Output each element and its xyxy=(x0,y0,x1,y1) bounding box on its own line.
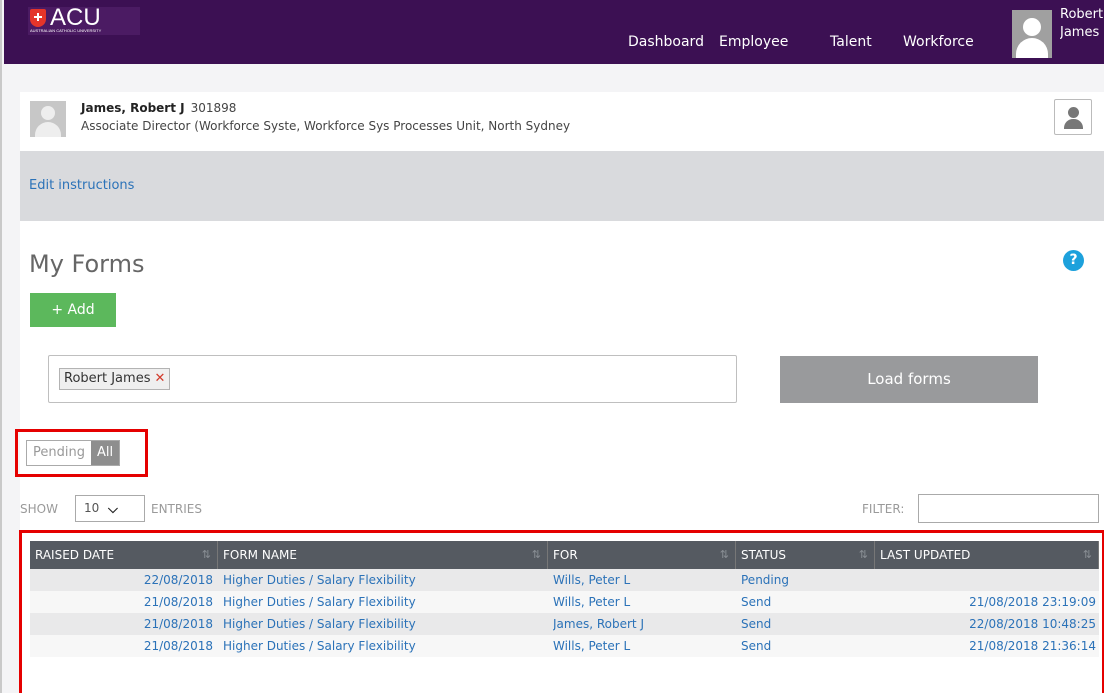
user-menu[interactable]: Robert James xyxy=(1060,6,1104,42)
forms-table: RAISED DATE ⇅ FORM NAME ⇅ FOR ⇅ STATUS ⇅ LAS… xyxy=(30,541,1099,657)
page-title: My Forms xyxy=(29,250,145,278)
my-forms-panel: My Forms ? + Add Robert James ✕ Load form… xyxy=(15,221,1104,693)
cell-last-updated xyxy=(880,569,1096,591)
filter-input[interactable] xyxy=(918,494,1099,523)
cell-status: Send xyxy=(741,617,772,631)
col-status[interactable]: STATUS ⇅ xyxy=(736,541,875,569)
col-form-name[interactable]: FORM NAME ⇅ xyxy=(218,541,548,569)
cell-last-updated: 22/08/2018 10:48:25 xyxy=(969,617,1096,631)
employee-tag-label: Robert James xyxy=(64,371,151,386)
shield-cross-icon xyxy=(30,9,46,27)
toggle-pending[interactable]: Pending xyxy=(27,441,91,465)
cell-status: Send xyxy=(741,595,772,609)
col-last-updated[interactable]: LAST UPDATED ⇅ xyxy=(875,541,1099,569)
cell-raised-date: 21/08/2018 xyxy=(143,639,213,653)
cell-for[interactable]: Wills, Peter L xyxy=(553,569,733,591)
nav-workforce[interactable]: Workforce xyxy=(903,34,974,56)
employee-name: James, Robert J xyxy=(81,101,185,115)
acu-logo[interactable]: ACU AUSTRALIAN CATHOLIC UNIVERSITY xyxy=(28,4,140,35)
cell-last-updated: 21/08/2018 21:36:14 xyxy=(969,639,1096,653)
add-form-button[interactable]: + Add xyxy=(30,293,116,327)
cell-for[interactable]: Wills, Peter L xyxy=(553,591,733,613)
top-bar: ACU AUSTRALIAN CATHOLIC UNIVERSITY Dashb… xyxy=(4,0,1104,64)
cell-raised-date: 22/08/2018 xyxy=(143,573,213,587)
cell-form-name[interactable]: Higher Duties / Salary Flexibility xyxy=(223,613,543,635)
cell-status: Send xyxy=(741,639,772,653)
table-row[interactable]: 21/08/2018 Higher Duties / Salary Flexib… xyxy=(30,613,1099,635)
cell-for[interactable]: James, Robert J xyxy=(553,613,733,635)
cell-raised-date: 21/08/2018 xyxy=(143,595,213,609)
person-icon[interactable] xyxy=(1054,99,1092,135)
close-icon[interactable]: ✕ xyxy=(154,371,165,386)
col-for[interactable]: FOR ⇅ xyxy=(548,541,736,569)
employee-role: Associate Director (Workforce Syste, Wor… xyxy=(81,119,571,133)
cell-form-name[interactable]: Higher Duties / Salary Flexibility xyxy=(223,569,543,591)
app-window: ACU AUSTRALIAN CATHOLIC UNIVERSITY Dashb… xyxy=(0,0,1104,693)
sort-icon: ⇅ xyxy=(1082,548,1092,561)
sort-icon: ⇅ xyxy=(531,548,541,561)
load-forms-button[interactable]: Load forms xyxy=(780,356,1038,403)
entries-label: ENTRIES xyxy=(151,502,202,516)
employee-id: 301898 xyxy=(190,101,237,115)
user-avatar-icon[interactable] xyxy=(1012,10,1052,58)
chevron-down-icon: ⌵ xyxy=(108,502,118,517)
cell-raised-date: 21/08/2018 xyxy=(143,617,213,631)
sort-icon: ⇅ xyxy=(201,548,211,561)
table-row[interactable]: 21/08/2018 Higher Duties / Salary Flexib… xyxy=(30,635,1099,657)
edit-instructions-link[interactable]: Edit instructions xyxy=(29,178,134,193)
filter-label: FILTER: xyxy=(862,502,905,516)
table-row[interactable]: 22/08/2018 Higher Duties / Salary Flexib… xyxy=(30,569,1099,591)
cell-form-name[interactable]: Higher Duties / Salary Flexibility xyxy=(223,635,543,657)
cell-last-updated: 21/08/2018 23:19:09 xyxy=(969,595,1096,609)
entries-value: 10 xyxy=(84,501,100,515)
logo-subtitle: AUSTRALIAN CATHOLIC UNIVERSITY xyxy=(30,28,102,33)
cell-status: Pending xyxy=(741,573,789,587)
entries-select[interactable]: 10 ⌵ xyxy=(75,495,145,522)
sort-icon: ⇅ xyxy=(858,548,868,561)
employee-tag-input[interactable]: Robert James ✕ xyxy=(48,355,737,403)
toggle-all[interactable]: All xyxy=(90,441,120,465)
user-last-name: James xyxy=(1060,25,1100,40)
nav-talent[interactable]: Talent xyxy=(830,34,872,56)
pending-all-toggle: Pending All xyxy=(26,440,121,466)
instructions-band: Edit instructions xyxy=(20,151,1104,221)
employee-card: James, Robert J 301898 Associate Director… xyxy=(20,92,1104,151)
show-label: SHOW xyxy=(20,502,58,516)
employee-tag: Robert James ✕ xyxy=(59,368,171,390)
employee-photo xyxy=(30,101,66,137)
table-row[interactable]: 21/08/2018 Higher Duties / Salary Flexib… xyxy=(30,591,1099,613)
nav-employee[interactable]: Employee xyxy=(719,34,788,56)
cell-form-name[interactable]: Higher Duties / Salary Flexibility xyxy=(223,591,543,613)
col-raised-date[interactable]: RAISED DATE ⇅ xyxy=(30,541,218,569)
table-header-row: RAISED DATE ⇅ FORM NAME ⇅ FOR ⇅ STATUS ⇅ LAS… xyxy=(30,541,1099,569)
question-circle-icon[interactable]: ? xyxy=(1063,250,1084,271)
employee-name-line: James, Robert J 301898 xyxy=(81,101,236,115)
sort-icon: ⇅ xyxy=(719,548,729,561)
nav-dashboard[interactable]: Dashboard xyxy=(628,34,704,56)
user-first-name: Robert xyxy=(1060,7,1104,22)
cell-for[interactable]: Wills, Peter L xyxy=(553,635,733,657)
